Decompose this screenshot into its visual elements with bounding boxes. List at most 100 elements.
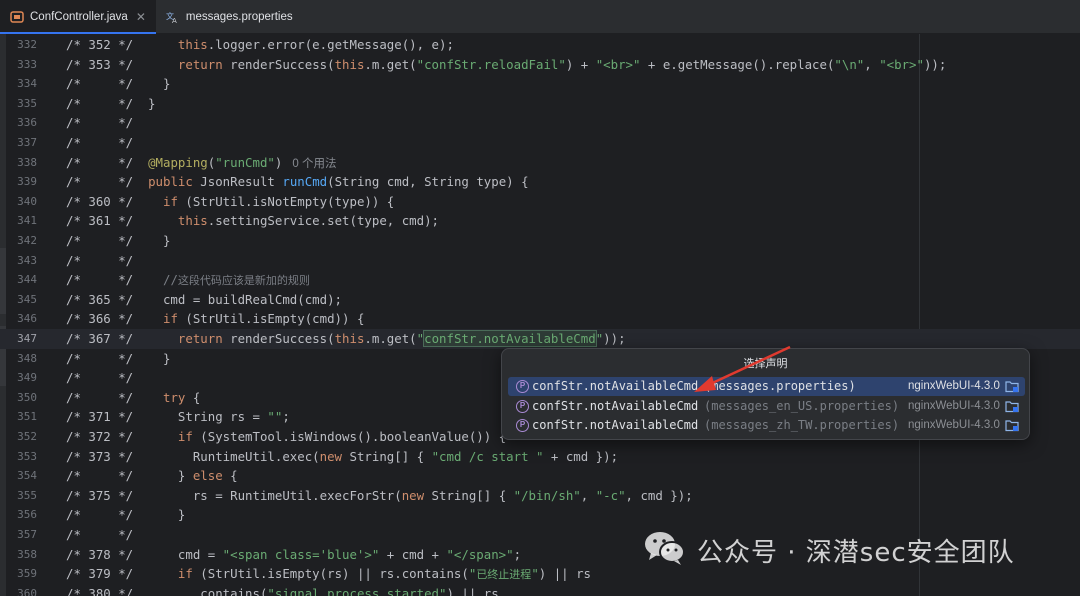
code-text: /* 360 */ if (StrUtil.isNotEmpty(type)) … <box>66 193 395 209</box>
declaration-file: (messages_zh_TW.properties) <box>704 418 900 433</box>
property-icon: P <box>516 380 529 393</box>
code-text: /* */ } else { <box>66 468 238 484</box>
line-number: 336 <box>17 116 37 130</box>
choose-declaration-popup[interactable]: 选择声明 PconfStr.notAvailableCmd (messages.p… <box>501 348 1030 440</box>
line-number: 347 <box>17 332 37 345</box>
watermark: 公众号 · 深潜sec安全团队 <box>643 528 1015 572</box>
code-text: /* 380 */ .contains("signal process star… <box>66 585 499 596</box>
close-icon[interactable]: ✕ <box>136 10 146 24</box>
tab-messages-properties[interactable]: 文 A messages.properties <box>156 0 303 33</box>
line-number: 343 <box>17 253 37 267</box>
code-text: /* 353 */ return renderSuccess(this.m.ge… <box>66 56 947 72</box>
line-number: 332 <box>17 38 37 51</box>
code-editor[interactable]: 332 /* 352 */ this.logger.error(e.getMess… <box>0 34 1080 596</box>
module-folder-icon <box>1005 419 1019 432</box>
line-number: 360 <box>17 586 37 596</box>
code-text: /* 378 */ cmd = "<span class='blue'>" + … <box>66 546 522 562</box>
code-text: /* 379 */ if (StrUtil.isEmpty(rs) || rs.… <box>66 566 591 582</box>
module-folder-icon <box>1005 380 1019 393</box>
code-text: /* 352 */ this.logger.error(e.getMessage… <box>66 37 454 52</box>
code-text: /* */ <box>66 135 134 150</box>
code-line[interactable]: 337 /* */ <box>0 133 1080 153</box>
code-text: /* 373 */ RuntimeUtil.exec(new String[] … <box>66 448 619 464</box>
code-text: /* */ <box>66 115 134 131</box>
code-line[interactable]: 334 /* */ } <box>0 74 1080 94</box>
code-line[interactable]: 340 /* 360 */ if (StrUtil.isNotEmpty(type… <box>0 192 1080 212</box>
code-text: /* 371 */ String rs = ""; <box>66 409 290 425</box>
declaration-option[interactable]: PconfStr.notAvailableCmd (messages_zh_TW.… <box>508 416 1025 435</box>
code-text: /* */ <box>66 370 134 386</box>
declaration-option[interactable]: PconfStr.notAvailableCmd (messages_en_US.… <box>508 397 1025 416</box>
line-number: 359 <box>17 567 37 581</box>
line-number: 333 <box>17 57 37 71</box>
line-number: 337 <box>17 136 37 149</box>
line-number: 348 <box>17 351 37 365</box>
declaration-file: (messages_en_US.properties) <box>704 398 900 413</box>
module-name: nginxWebUI-4.3.0 <box>908 419 1000 432</box>
code-text: /* */ } <box>66 95 156 111</box>
code-line[interactable]: 356 /* */ } <box>0 505 1080 525</box>
line-number: 354 <box>17 469 37 483</box>
code-text: /* 367 */ return renderSuccess(this.m.ge… <box>66 330 626 347</box>
declaration-file: (messages.properties) <box>704 379 856 393</box>
line-number: 339 <box>17 175 37 189</box>
line-number: 346 <box>17 312 37 326</box>
line-number: 358 <box>17 547 37 561</box>
line-number: 340 <box>17 194 37 208</box>
code-text: /* */ @Mapping("runCmd") 0 个用法 <box>66 154 337 170</box>
editor-tab-bar: ConfController.java ✕ 文 A messages.prope… <box>0 0 1080 34</box>
code-line[interactable]: 341 /* 361 */ this.settingService.set(typ… <box>0 211 1080 231</box>
code-line[interactable]: 332 /* 352 */ this.logger.error(e.getMess… <box>0 35 1080 55</box>
line-number: 353 <box>17 449 37 463</box>
line-number: 344 <box>17 273 37 287</box>
translation-icon: 文 A <box>166 10 180 24</box>
property-icon: P <box>516 419 529 433</box>
line-number: 334 <box>17 77 37 91</box>
line-number: 355 <box>17 488 37 502</box>
line-number: 349 <box>17 371 37 385</box>
code-line[interactable]: 347 /* 367 */ return renderSuccess(this.m… <box>0 329 1080 349</box>
code-line[interactable]: 355 /* 375 */ rs = RuntimeUtil.execForStr… <box>0 486 1080 506</box>
code-line[interactable]: 353 /* 373 */ RuntimeUtil.exec(new String… <box>0 447 1080 467</box>
code-text: /* */ //这段代码应该是新加的规则 <box>66 272 310 288</box>
module-name: nginxWebUI-4.3.0 <box>908 380 1000 392</box>
module-folder-icon <box>1005 400 1019 413</box>
code-line[interactable]: 345 /* 365 */ cmd = buildRealCmd(cmd); <box>0 290 1080 310</box>
line-number: 345 <box>17 292 37 306</box>
line-number: 357 <box>17 528 37 541</box>
line-number: 341 <box>17 214 37 228</box>
popup-title: 选择声明 <box>743 357 788 370</box>
code-line[interactable]: 339 /* */ public JsonResult runCmd(String… <box>0 172 1080 192</box>
line-number: 335 <box>17 96 37 110</box>
declaration-name: confStr.notAvailableCmd <box>532 398 699 413</box>
code-line[interactable]: 333 /* 353 */ return renderSuccess(this.m… <box>0 55 1080 75</box>
code-text: /* */ } <box>66 507 186 523</box>
code-text: /* */ <box>66 252 134 268</box>
property-icon: P <box>516 399 529 413</box>
line-number: 338 <box>17 155 37 169</box>
tab-label: messages.properties <box>185 10 293 23</box>
tab-confcontroller-java[interactable]: ConfController.java ✕ <box>0 0 156 34</box>
code-line[interactable]: 354 /* */ } else { <box>0 466 1080 486</box>
code-text: /* 366 */ if (StrUtil.isEmpty(cmd)) { <box>66 311 365 327</box>
declaration-name: confStr.notAvailableCmd <box>532 418 699 433</box>
code-line[interactable]: 360 /* 380 */ .contains("signal process s… <box>0 584 1080 596</box>
code-line[interactable]: 346 /* 366 */ if (StrUtil.isEmpty(cmd)) { <box>0 309 1080 329</box>
declaration-option[interactable]: PconfStr.notAvailableCmd (messages.proper… <box>508 377 1025 396</box>
code-line[interactable]: 336 /* */ <box>0 113 1080 133</box>
tab-label: ConfController.java <box>30 10 128 23</box>
code-text: /* */ public JsonResult runCmd(String cm… <box>66 174 529 190</box>
code-line[interactable]: 342 /* */ } <box>0 231 1080 251</box>
wechat-icon <box>643 529 687 571</box>
code-text: /* */ } <box>66 350 171 366</box>
code-line[interactable]: 335 /* */ } <box>0 94 1080 114</box>
line-number: 342 <box>17 234 37 247</box>
code-line[interactable]: 343 /* */ <box>0 251 1080 271</box>
code-text: /* */ try { <box>66 389 201 405</box>
code-line[interactable]: 344 /* */ //这段代码应该是新加的规则 <box>0 270 1080 290</box>
code-text: /* */ } <box>66 233 171 248</box>
line-number: 352 <box>17 430 37 443</box>
code-text: /* 375 */ rs = RuntimeUtil.execForStr(ne… <box>66 487 693 503</box>
code-line[interactable]: 338 /* */ @Mapping("runCmd") 0 个用法 <box>0 153 1080 173</box>
code-text: /* 361 */ this.settingService.set(type, … <box>66 213 440 229</box>
